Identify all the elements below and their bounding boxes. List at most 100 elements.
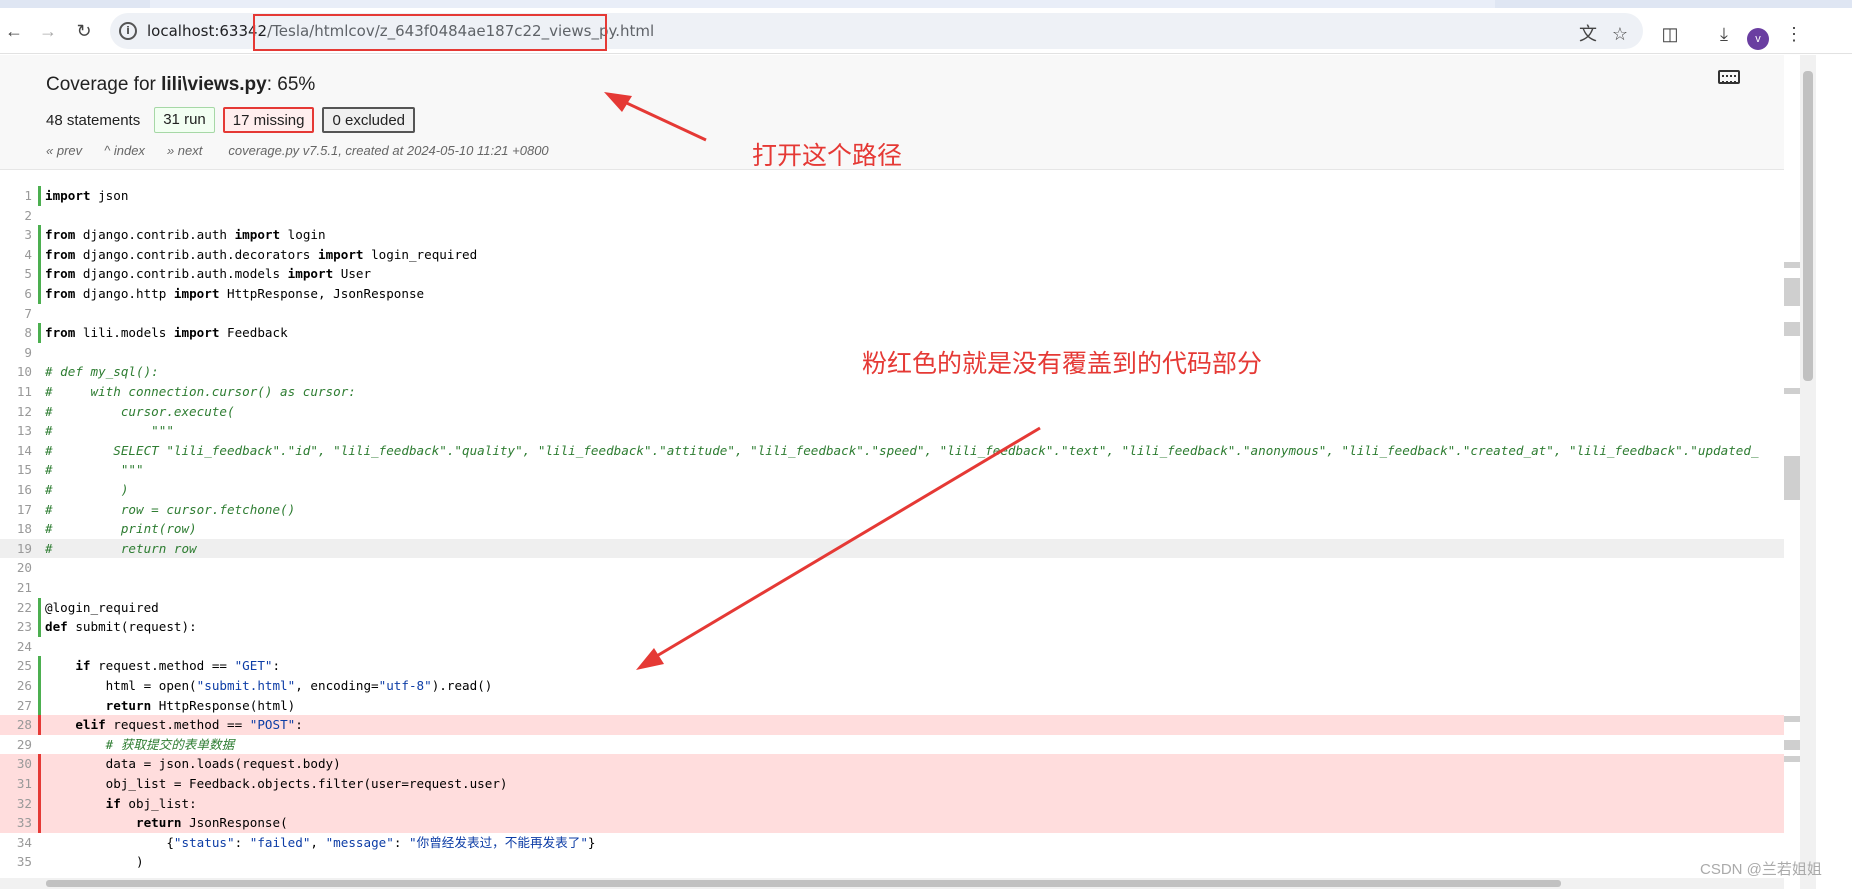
open-path-note: 打开这个路径 bbox=[752, 141, 903, 170]
line-number[interactable]: 17 bbox=[0, 500, 32, 520]
line-number[interactable]: 1 bbox=[0, 186, 32, 206]
line-number[interactable]: 20 bbox=[0, 558, 32, 578]
reload-icon[interactable]: ↻ bbox=[70, 19, 98, 43]
line-number[interactable]: 7 bbox=[0, 304, 32, 324]
coverage-bar bbox=[38, 343, 41, 363]
active-tab[interactable] bbox=[150, 0, 1495, 8]
source-line: 2 bbox=[0, 206, 1784, 226]
line-number[interactable]: 33 bbox=[0, 813, 32, 833]
line-number[interactable]: 34 bbox=[0, 833, 32, 853]
line-code: # row = cursor.fetchone() bbox=[45, 501, 296, 517]
index-link[interactable]: ^ index bbox=[104, 143, 145, 158]
line-number[interactable]: 6 bbox=[0, 284, 32, 304]
line-number[interactable]: 11 bbox=[0, 382, 32, 402]
line-number[interactable]: 8 bbox=[0, 323, 32, 343]
coverage-bar bbox=[38, 225, 41, 245]
line-number[interactable]: 28 bbox=[0, 715, 32, 735]
watermark: CSDN @兰若姐姐 bbox=[1700, 861, 1822, 878]
line-number[interactable]: 26 bbox=[0, 676, 32, 696]
coverage-bar bbox=[38, 813, 41, 833]
translate-icon[interactable]: 文 bbox=[1576, 22, 1600, 46]
line-number[interactable]: 25 bbox=[0, 656, 32, 676]
scroll-marker bbox=[1784, 456, 1800, 500]
line-number[interactable]: 14 bbox=[0, 441, 32, 461]
line-number[interactable]: 24 bbox=[0, 637, 32, 657]
line-code: elif request.method == "POST": bbox=[75, 717, 303, 733]
download-icon[interactable]: ⤓ bbox=[1712, 22, 1736, 46]
excluded-filter-button[interactable]: 0 excluded bbox=[322, 107, 416, 133]
line-number[interactable]: 30 bbox=[0, 754, 32, 774]
line-number[interactable]: 23 bbox=[0, 617, 32, 637]
coverage-bar bbox=[38, 597, 41, 618]
site-info-icon[interactable]: i bbox=[119, 22, 137, 40]
line-number[interactable]: 32 bbox=[0, 794, 32, 814]
page-title: Coverage for lili\views.py: 65% bbox=[46, 74, 315, 96]
source-line: 6 from django.http import HttpResponse, J… bbox=[0, 284, 1784, 304]
coverage-bar bbox=[38, 754, 41, 774]
run-filter-button[interactable]: 31 run bbox=[154, 107, 215, 133]
line-number[interactable]: 22 bbox=[0, 598, 32, 618]
coverage-bar bbox=[38, 382, 41, 402]
star-icon[interactable]: ☆ bbox=[1608, 22, 1632, 46]
line-code: from django.contrib.auth.decorators impo… bbox=[45, 246, 478, 262]
line-code: data = json.loads(request.body) bbox=[45, 756, 341, 772]
line-number[interactable]: 15 bbox=[0, 460, 32, 480]
line-number[interactable]: 21 bbox=[0, 578, 32, 598]
line-number[interactable]: 35 bbox=[0, 852, 32, 872]
line-number[interactable]: 2 bbox=[0, 206, 32, 226]
coverage-bar bbox=[38, 617, 41, 637]
line-number[interactable]: 27 bbox=[0, 696, 32, 716]
line-code: # """ bbox=[45, 423, 174, 439]
line-code: # return row bbox=[45, 540, 197, 556]
back-arrow-icon[interactable]: ← bbox=[0, 19, 28, 43]
more-menu-icon[interactable]: ⋮ bbox=[1782, 22, 1806, 46]
source-line: 26 html = open("submit.html", encoding="… bbox=[0, 676, 1784, 696]
line-code: # 获取提交的表单数据 bbox=[105, 736, 235, 752]
line-code: ) bbox=[45, 854, 144, 870]
url-highlight-box bbox=[253, 14, 607, 51]
vertical-scrollbar[interactable] bbox=[1800, 55, 1816, 889]
prev-link[interactable]: « prev bbox=[46, 143, 82, 158]
extensions-icon[interactable]: ◫ bbox=[1658, 22, 1682, 46]
coverage-bar bbox=[38, 186, 41, 206]
line-number[interactable]: 10 bbox=[0, 362, 32, 382]
line-number[interactable]: 9 bbox=[0, 343, 32, 363]
forward-arrow-icon[interactable]: → bbox=[34, 19, 62, 43]
vertical-scroll-thumb[interactable] bbox=[1803, 71, 1813, 381]
line-number[interactable]: 5 bbox=[0, 264, 32, 284]
coverage-bar bbox=[38, 558, 41, 578]
avatar[interactable]: v bbox=[1747, 28, 1769, 50]
line-number[interactable]: 16 bbox=[0, 480, 32, 500]
horizontal-scroll-thumb[interactable] bbox=[46, 880, 1561, 887]
line-number[interactable]: 4 bbox=[0, 245, 32, 265]
coverage-bar bbox=[38, 362, 41, 382]
coverage-bar bbox=[38, 774, 41, 794]
coverage-bar bbox=[38, 715, 41, 735]
source-line: 34 {"status": "failed", "message": "你曾经发… bbox=[0, 833, 1784, 853]
coverage-bar bbox=[38, 735, 41, 755]
line-code: # def my_sql(): bbox=[45, 364, 159, 380]
line-number[interactable]: 3 bbox=[0, 225, 32, 245]
source-line: 8 from lili.models import Feedback bbox=[0, 323, 1784, 343]
next-link[interactable]: » next bbox=[167, 143, 202, 158]
file-nav: « prev ^ index » next coverage.py v7.5.1… bbox=[46, 143, 571, 158]
line-number[interactable]: 31 bbox=[0, 774, 32, 794]
line-number[interactable]: 12 bbox=[0, 402, 32, 422]
source-line: 31 obj_list = Feedback.objects.filter(us… bbox=[0, 774, 1784, 794]
source-line: 16 # ) bbox=[0, 480, 1784, 500]
source-line: 7 bbox=[0, 304, 1784, 324]
horizontal-scrollbar[interactable] bbox=[0, 878, 1784, 889]
source-listing: 1 import json 2 3 from django.contrib.auth i… bbox=[0, 186, 1784, 878]
keyboard-icon[interactable] bbox=[1718, 70, 1740, 84]
scroll-marker bbox=[1784, 388, 1800, 394]
line-code: from django.contrib.auth.models import U… bbox=[45, 266, 372, 282]
missing-filter-button[interactable]: 17 missing bbox=[222, 107, 315, 133]
source-line: 4 from django.contrib.auth.decorators imp… bbox=[0, 244, 1784, 265]
line-number[interactable]: 29 bbox=[0, 735, 32, 755]
line-code: {"status": "failed", "message": "你曾经发表过，… bbox=[45, 834, 596, 850]
line-code: # ) bbox=[45, 482, 129, 497]
coverage-bar bbox=[38, 500, 41, 520]
line-number[interactable]: 19 bbox=[0, 539, 32, 559]
line-number[interactable]: 13 bbox=[0, 421, 32, 441]
line-number[interactable]: 18 bbox=[0, 519, 32, 539]
